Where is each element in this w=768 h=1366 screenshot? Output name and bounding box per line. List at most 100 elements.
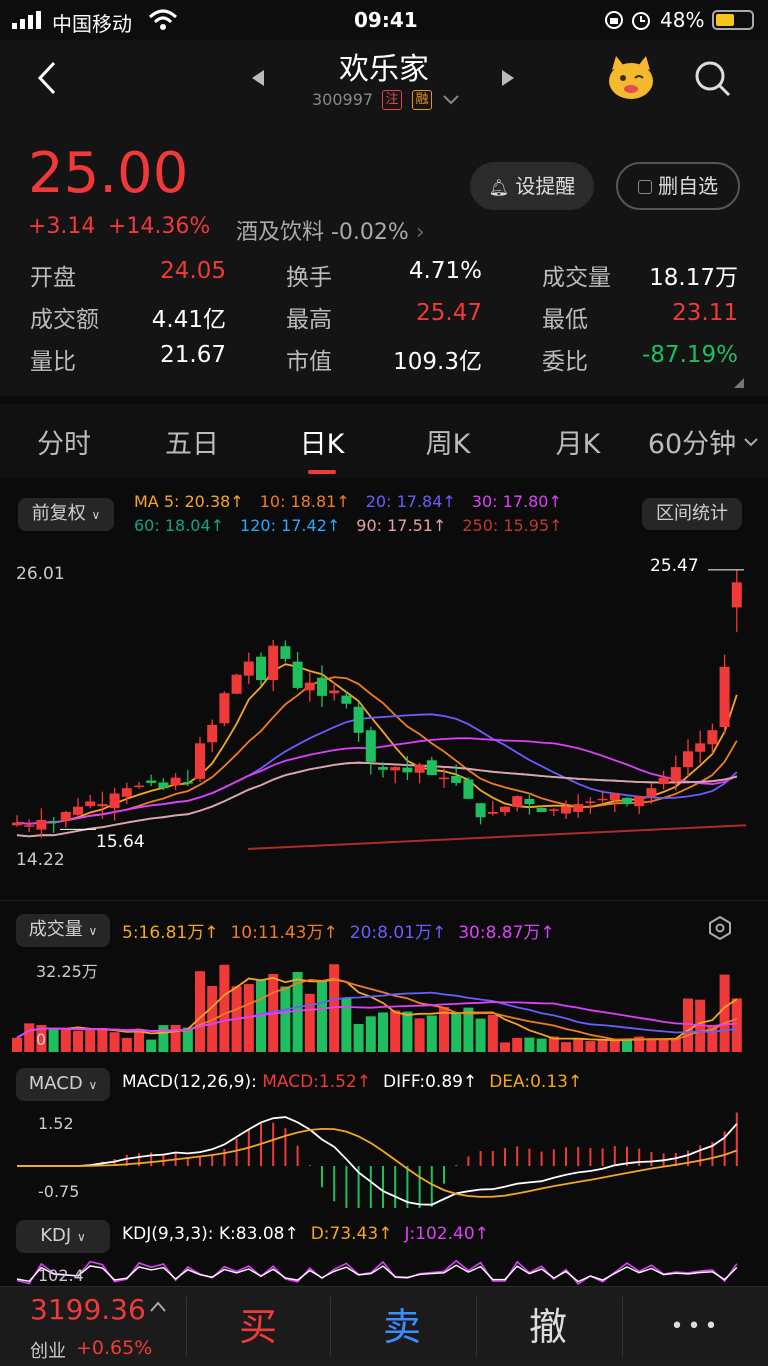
period-dropdown-icon[interactable]	[744, 438, 758, 448]
volume-bar	[426, 1015, 437, 1052]
tab-2[interactable]: 日K	[262, 422, 382, 461]
stat-label: 委比	[542, 349, 588, 375]
back-arrow-icon[interactable]	[34, 60, 60, 96]
candle-body	[451, 775, 462, 783]
volume-label: 成交量	[28, 919, 83, 940]
sector-link[interactable]: 酒及饮料 -0.02% ›	[236, 214, 425, 246]
candle-body	[85, 801, 96, 807]
volume-bar	[622, 1039, 632, 1052]
stat-label: 量比	[30, 349, 76, 375]
candle-body	[317, 677, 327, 696]
volume-bar	[12, 1037, 22, 1052]
tab-1[interactable]: 五日	[132, 422, 252, 461]
legend-item: 20:8.01万↑	[349, 923, 447, 943]
legend-item: 10: 18.81↑	[259, 492, 350, 511]
remove-watchlist-label: 删自选	[658, 174, 719, 198]
candle-body	[548, 809, 559, 811]
macd-y-bottom: -0.75	[38, 1182, 80, 1201]
indicator-selector-volume[interactable]: 成交量 ∨	[16, 914, 110, 947]
candle-body	[402, 767, 413, 773]
registration-badge: 注	[382, 90, 402, 110]
margin-badge: 融	[412, 90, 432, 110]
candle-body	[634, 796, 645, 807]
candle-body	[646, 788, 657, 797]
index-name: 创业	[30, 1341, 66, 1362]
tab-4[interactable]: 月K	[518, 422, 638, 461]
chevron-up-icon[interactable]	[150, 1301, 166, 1313]
sell-button[interactable]: 卖	[332, 1287, 472, 1366]
volume-bar	[48, 1027, 59, 1052]
set-alert-button[interactable]: 🔔︎ 设提醒	[470, 162, 594, 210]
volume-bar	[683, 998, 693, 1052]
carrier-label: 中国移动	[52, 12, 132, 36]
stat-value: 109.3亿	[393, 349, 482, 375]
chevron-down-icon: ∨	[91, 508, 101, 522]
tab-0[interactable]: 分时	[4, 422, 124, 461]
stat-label: 换手	[286, 265, 332, 291]
candle-body	[573, 804, 584, 812]
candle-body	[670, 767, 681, 782]
last-price: 25.00	[28, 141, 189, 206]
range-stats-button[interactable]: 区间统计	[642, 498, 742, 530]
rotation-lock-icon	[605, 11, 623, 29]
candle-body	[463, 779, 474, 799]
mascot-icon[interactable]	[606, 54, 656, 102]
volume-bar	[353, 1024, 364, 1052]
candle-body	[439, 777, 449, 780]
buy-button[interactable]: 买	[188, 1287, 328, 1366]
volume-bar	[73, 1030, 83, 1052]
adjust-selector[interactable]: 前复权 ∨	[18, 498, 114, 531]
stock-header: 欢乐家 300997 注 融	[0, 40, 768, 132]
chevron-down-icon: ∨	[76, 1230, 86, 1244]
cancel-order-button[interactable]: 撤	[478, 1287, 618, 1366]
candle-body	[109, 793, 120, 809]
chevron-down-icon[interactable]	[442, 94, 460, 106]
ma-line	[16, 713, 738, 825]
volume-chart[interactable]	[0, 952, 768, 1056]
tab-5[interactable]: 60分钟	[632, 422, 752, 461]
candle-body	[243, 661, 254, 676]
settings-hexagon-icon[interactable]	[708, 916, 732, 940]
volume-bar	[109, 1032, 120, 1052]
candle-body	[536, 807, 547, 812]
volume-bar	[451, 1013, 462, 1052]
volume-bar	[475, 1018, 486, 1052]
volume-bar	[414, 1018, 425, 1052]
legend-item: 90: 17.51↑	[356, 516, 447, 535]
index-value[interactable]: 3199.36	[30, 1293, 146, 1326]
kdj-chart[interactable]	[0, 1256, 768, 1286]
volume-bar	[317, 981, 327, 1052]
volume-bar	[390, 1010, 401, 1052]
indicator-selector-macd[interactable]: MACD ∨	[16, 1068, 110, 1101]
volume-bar	[158, 1025, 169, 1052]
search-icon[interactable]	[694, 60, 732, 98]
set-alert-label: 设提醒	[515, 174, 576, 198]
legend-item: 60: 18.04↑	[134, 516, 225, 535]
prev-stock-icon[interactable]	[250, 68, 266, 88]
candle-body	[731, 582, 742, 608]
macd-y-top: 1.52	[38, 1114, 74, 1133]
candle-body	[365, 730, 376, 762]
expand-corner-icon[interactable]	[734, 378, 744, 388]
volume-bar	[402, 1011, 413, 1052]
candle-body	[414, 764, 425, 773]
remove-watchlist-button[interactable]: 删自选	[616, 162, 740, 210]
stock-code: 300997	[312, 90, 374, 109]
macd-chart[interactable]	[0, 1104, 768, 1208]
indicator-selector-kdj[interactable]: KDJ ∨	[16, 1220, 110, 1253]
candlestick-chart[interactable]	[0, 548, 768, 878]
candle-body	[304, 682, 315, 691]
volume-bar	[85, 1030, 96, 1052]
stat-label: 成交量	[542, 265, 611, 291]
candle-body	[97, 804, 108, 807]
tab-3[interactable]: 周K	[388, 422, 508, 461]
next-stock-icon[interactable]	[500, 68, 516, 88]
legend-item: 10:11.43万↑	[230, 923, 338, 943]
kdj-legend: KDJ(9,3,3): K:83.08↑ D:73.43↑ J:102.40↑	[122, 1224, 501, 1244]
candle-body	[622, 797, 632, 805]
more-button[interactable]: •••	[624, 1287, 768, 1366]
volume-bar	[219, 964, 230, 1052]
alarm-icon	[632, 12, 650, 30]
volume-bar	[536, 1038, 547, 1052]
candle-body	[268, 645, 279, 681]
